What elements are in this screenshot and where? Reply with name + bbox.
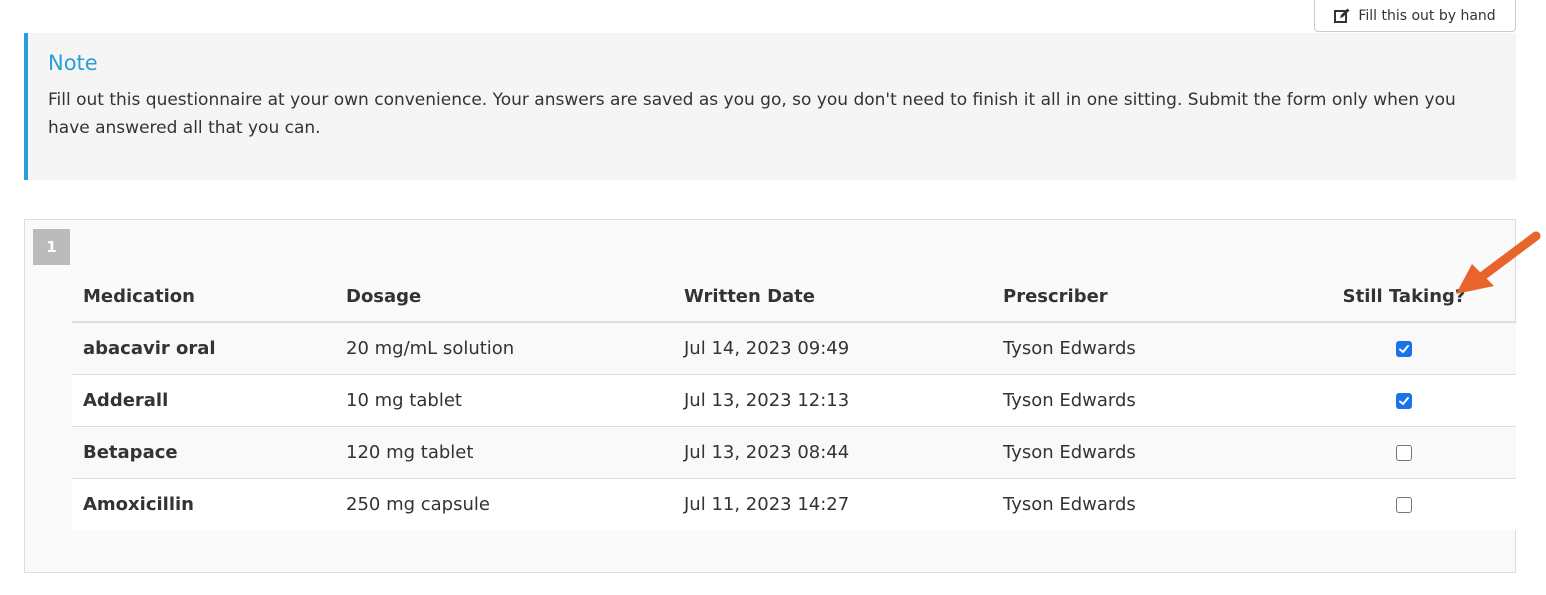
fill-by-hand-label: Fill this out by hand: [1358, 7, 1496, 24]
dosage: 20 mg/mL solution: [335, 322, 673, 375]
column-header-dosage: Dosage: [335, 271, 673, 323]
medication-name: abacavir oral: [72, 322, 335, 375]
note-callout: Note Fill out this questionnaire at your…: [24, 33, 1516, 180]
still-taking-cell: [1292, 374, 1516, 427]
medication-name: Amoxicillin: [72, 478, 335, 530]
question-number: 1: [33, 229, 70, 265]
table-row: Amoxicillin 250 mg capsule Jul 11, 2023 …: [72, 478, 1516, 530]
fill-by-hand-button[interactable]: Fill this out by hand: [1314, 0, 1516, 32]
written-date: Jul 11, 2023 14:27: [673, 478, 992, 530]
still-taking-cell: [1292, 478, 1516, 530]
medication-name: Adderall: [72, 374, 335, 427]
medication-name: Betapace: [72, 426, 335, 479]
dosage: 120 mg tablet: [335, 426, 673, 479]
prescriber: Tyson Edwards: [992, 426, 1292, 479]
question-panel: 1 Medication Dosage Written Date Prescri…: [24, 219, 1516, 573]
table-row: Betapace 120 mg tablet Jul 13, 2023 08:4…: [72, 426, 1516, 479]
still-taking-checkbox[interactable]: [1396, 445, 1412, 461]
written-date: Jul 13, 2023 08:44: [673, 426, 992, 479]
prescriber: Tyson Edwards: [992, 322, 1292, 375]
column-header-medication: Medication: [72, 271, 335, 323]
note-title: Note: [48, 51, 98, 75]
written-date: Jul 13, 2023 12:13: [673, 374, 992, 427]
table-row: abacavir oral 20 mg/mL solution Jul 14, …: [72, 322, 1516, 375]
still-taking-checkbox[interactable]: [1396, 341, 1412, 357]
medication-table: Medication Dosage Written Date Prescribe…: [72, 271, 1516, 530]
note-body: Fill out this questionnaire at your own …: [48, 90, 1456, 139]
column-header-prescriber: Prescriber: [992, 271, 1292, 323]
still-taking-cell: [1292, 426, 1516, 479]
written-date: Jul 14, 2023 09:49: [673, 322, 992, 375]
table-header-row: Medication Dosage Written Date Prescribe…: [72, 271, 1516, 323]
prescriber: Tyson Edwards: [992, 478, 1292, 530]
column-header-written-date: Written Date: [673, 271, 992, 323]
still-taking-cell: [1292, 322, 1516, 375]
prescriber: Tyson Edwards: [992, 374, 1292, 427]
still-taking-checkbox[interactable]: [1396, 497, 1412, 513]
questionnaire-page: Fill this out by hand Note Fill out this…: [0, 0, 1546, 595]
arrow-pointer-icon: [1456, 231, 1541, 294]
dosage: 10 mg tablet: [335, 374, 673, 427]
still-taking-checkbox[interactable]: [1396, 393, 1412, 409]
edit-icon: [1334, 8, 1350, 23]
dosage: 250 mg capsule: [335, 478, 673, 530]
table-row: Adderall 10 mg tablet Jul 13, 2023 12:13…: [72, 374, 1516, 427]
